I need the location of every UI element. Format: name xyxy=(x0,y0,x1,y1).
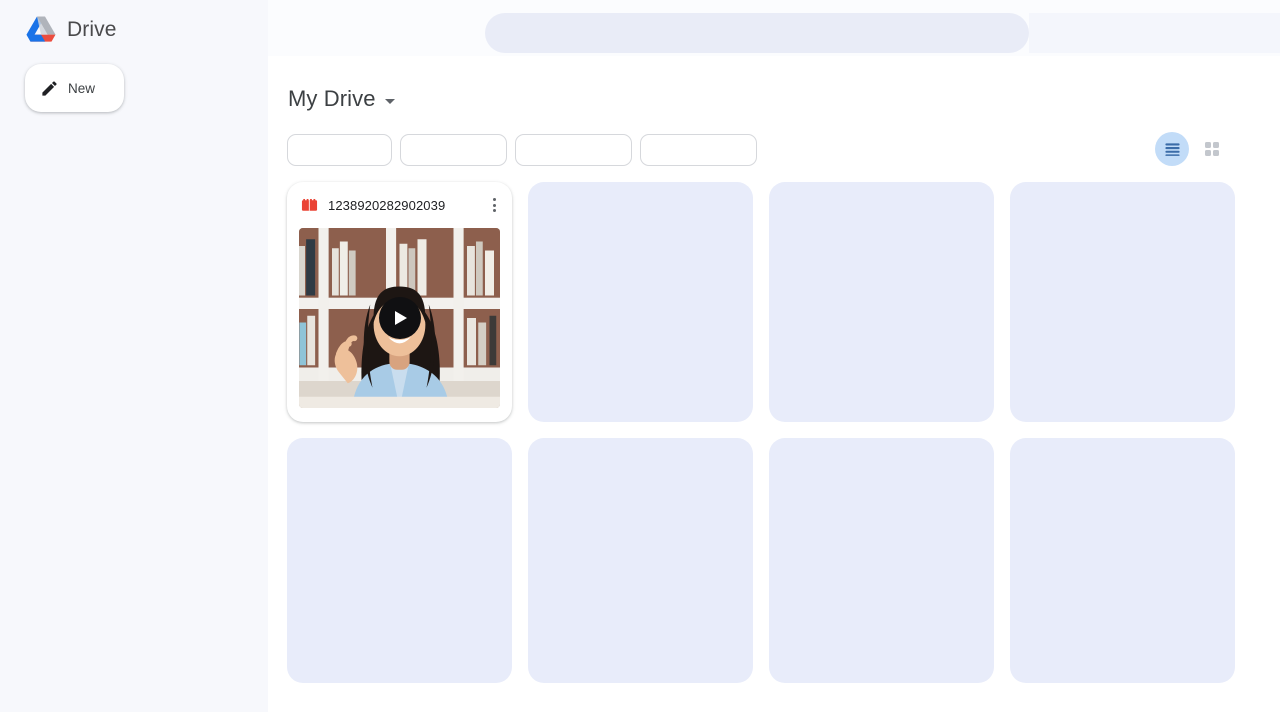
grid-view-icon xyxy=(1205,142,1219,156)
video-file-icon xyxy=(301,198,318,211)
breadcrumb[interactable]: My Drive xyxy=(288,86,395,112)
file-grid: 1238920282902039 xyxy=(287,182,1235,683)
file-tile-placeholder[interactable] xyxy=(528,182,753,422)
more-vert-icon[interactable] xyxy=(482,193,506,217)
grid-view-button[interactable] xyxy=(1195,132,1229,166)
drive-app-window: Drive New My Drive 1238920282902039 xyxy=(0,0,1280,720)
page-bottom-edge xyxy=(0,712,1280,720)
new-button[interactable]: New xyxy=(25,64,124,112)
filter-chip-type[interactable] xyxy=(287,134,392,166)
view-toggle-group xyxy=(1155,132,1229,166)
list-view-icon xyxy=(1164,142,1180,156)
file-tile-placeholder[interactable] xyxy=(769,438,994,683)
main-content-panel: My Drive 1238920282902039 xyxy=(268,62,1246,712)
play-button-overlay[interactable] xyxy=(378,297,421,339)
app-brand[interactable]: Drive xyxy=(26,13,117,47)
filter-chip-people[interactable] xyxy=(400,134,507,166)
app-title: Drive xyxy=(67,18,117,41)
chevron-down-icon[interactable] xyxy=(384,98,395,104)
google-drive-logo xyxy=(26,16,56,42)
filter-chip-modified[interactable] xyxy=(515,134,632,166)
topbar-right-area xyxy=(1029,13,1280,53)
file-card-header: 1238920282902039 xyxy=(287,182,512,228)
filter-chip-row xyxy=(287,134,757,166)
new-button-label: New xyxy=(68,80,96,96)
file-name: 1238920282902039 xyxy=(328,197,446,213)
file-tile-placeholder[interactable] xyxy=(287,438,512,683)
play-icon xyxy=(395,311,407,325)
page-title: My Drive xyxy=(288,86,376,111)
file-tile-placeholder[interactable] xyxy=(1010,182,1235,422)
file-tile-placeholder[interactable] xyxy=(528,438,753,683)
file-thumbnail xyxy=(299,228,500,408)
filter-chip-source[interactable] xyxy=(640,134,757,166)
pencil-icon xyxy=(42,80,57,96)
file-tile-placeholder[interactable] xyxy=(769,182,994,422)
list-view-button[interactable] xyxy=(1155,132,1189,166)
file-card[interactable]: 1238920282902039 xyxy=(287,182,512,422)
search-input[interactable] xyxy=(485,13,1029,53)
sidebar: Drive New xyxy=(0,0,268,712)
file-tile-placeholder[interactable] xyxy=(1010,438,1235,683)
